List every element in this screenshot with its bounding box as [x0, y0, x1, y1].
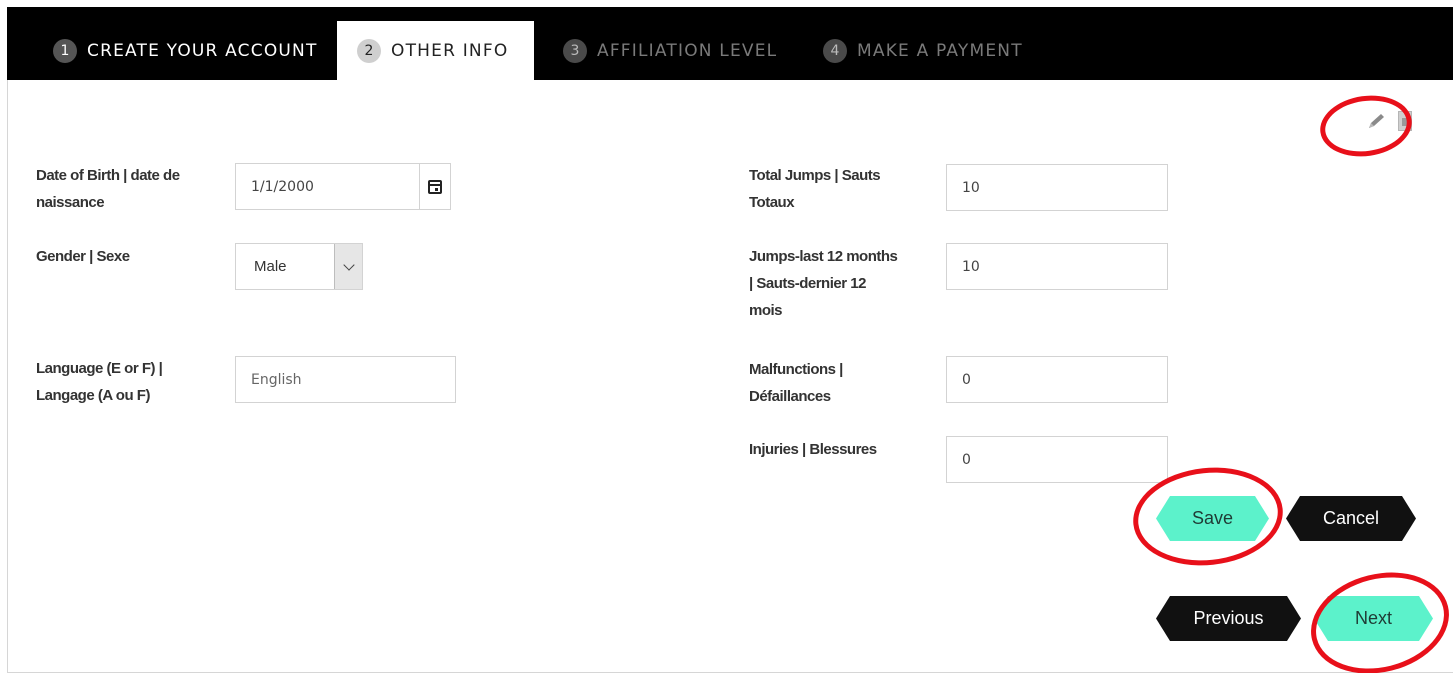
pencil-icon[interactable] [1366, 112, 1388, 130]
document-icon[interactable] [1398, 111, 1412, 131]
dob-input[interactable]: 1/1/2000 [235, 163, 420, 210]
language-input[interactable]: English [235, 356, 456, 403]
jumps-12-months-label: Jumps-last 12 months | Sauts-dernier 12 … [749, 248, 898, 319]
next-button[interactable]: Next [1314, 596, 1433, 641]
tab-label: MAKE A PAYMENT [857, 40, 1023, 61]
wizard-steps-bar: 1 CREATE YOUR ACCOUNT 2 OTHER INFO 3 AFF… [7, 7, 1453, 80]
gender-label: Gender | Sexe [36, 248, 130, 265]
injuries-input[interactable]: 0 [946, 436, 1168, 483]
edit-toolbar [1362, 108, 1422, 134]
malfunctions-label: Malfunctions | Défaillances [749, 361, 843, 405]
injuries-label: Injuries | Blessures [749, 441, 877, 458]
step-number: 4 [823, 38, 847, 63]
tab-create-account[interactable]: 1 CREATE YOUR ACCOUNT [37, 21, 337, 80]
cancel-button[interactable]: Cancel [1286, 496, 1416, 541]
tab-label: OTHER INFO [391, 40, 509, 61]
total-jumps-input[interactable]: 10 [946, 164, 1168, 211]
malfunctions-input[interactable]: 0 [946, 356, 1168, 403]
form-panel [7, 7, 1453, 673]
language-label: Language (E or F) | Langage (A ou F) [36, 360, 163, 404]
tab-label: AFFILIATION LEVEL [597, 40, 778, 61]
date-picker-button[interactable] [420, 163, 451, 210]
total-jumps-label: Total Jumps | Sauts Totaux [749, 167, 881, 211]
chevron-down-icon[interactable] [334, 244, 362, 289]
dob-label: Date of Birth | date de naissance [36, 167, 180, 211]
tab-label: CREATE YOUR ACCOUNT [87, 40, 318, 61]
step-number: 3 [563, 38, 587, 63]
gender-select[interactable]: Male [235, 243, 363, 290]
calendar-icon [428, 179, 442, 194]
step-number: 2 [357, 38, 381, 63]
gender-value: Male [254, 258, 287, 275]
tab-make-payment[interactable]: 4 MAKE A PAYMENT [807, 21, 1067, 80]
tab-other-info[interactable]: 2 OTHER INFO [337, 21, 534, 80]
save-button[interactable]: Save [1156, 496, 1269, 541]
jumps-12-months-input[interactable]: 10 [946, 243, 1168, 290]
tab-affiliation-level[interactable]: 3 AFFILIATION LEVEL [547, 21, 787, 80]
step-number: 1 [53, 38, 77, 63]
previous-button[interactable]: Previous [1156, 596, 1301, 641]
